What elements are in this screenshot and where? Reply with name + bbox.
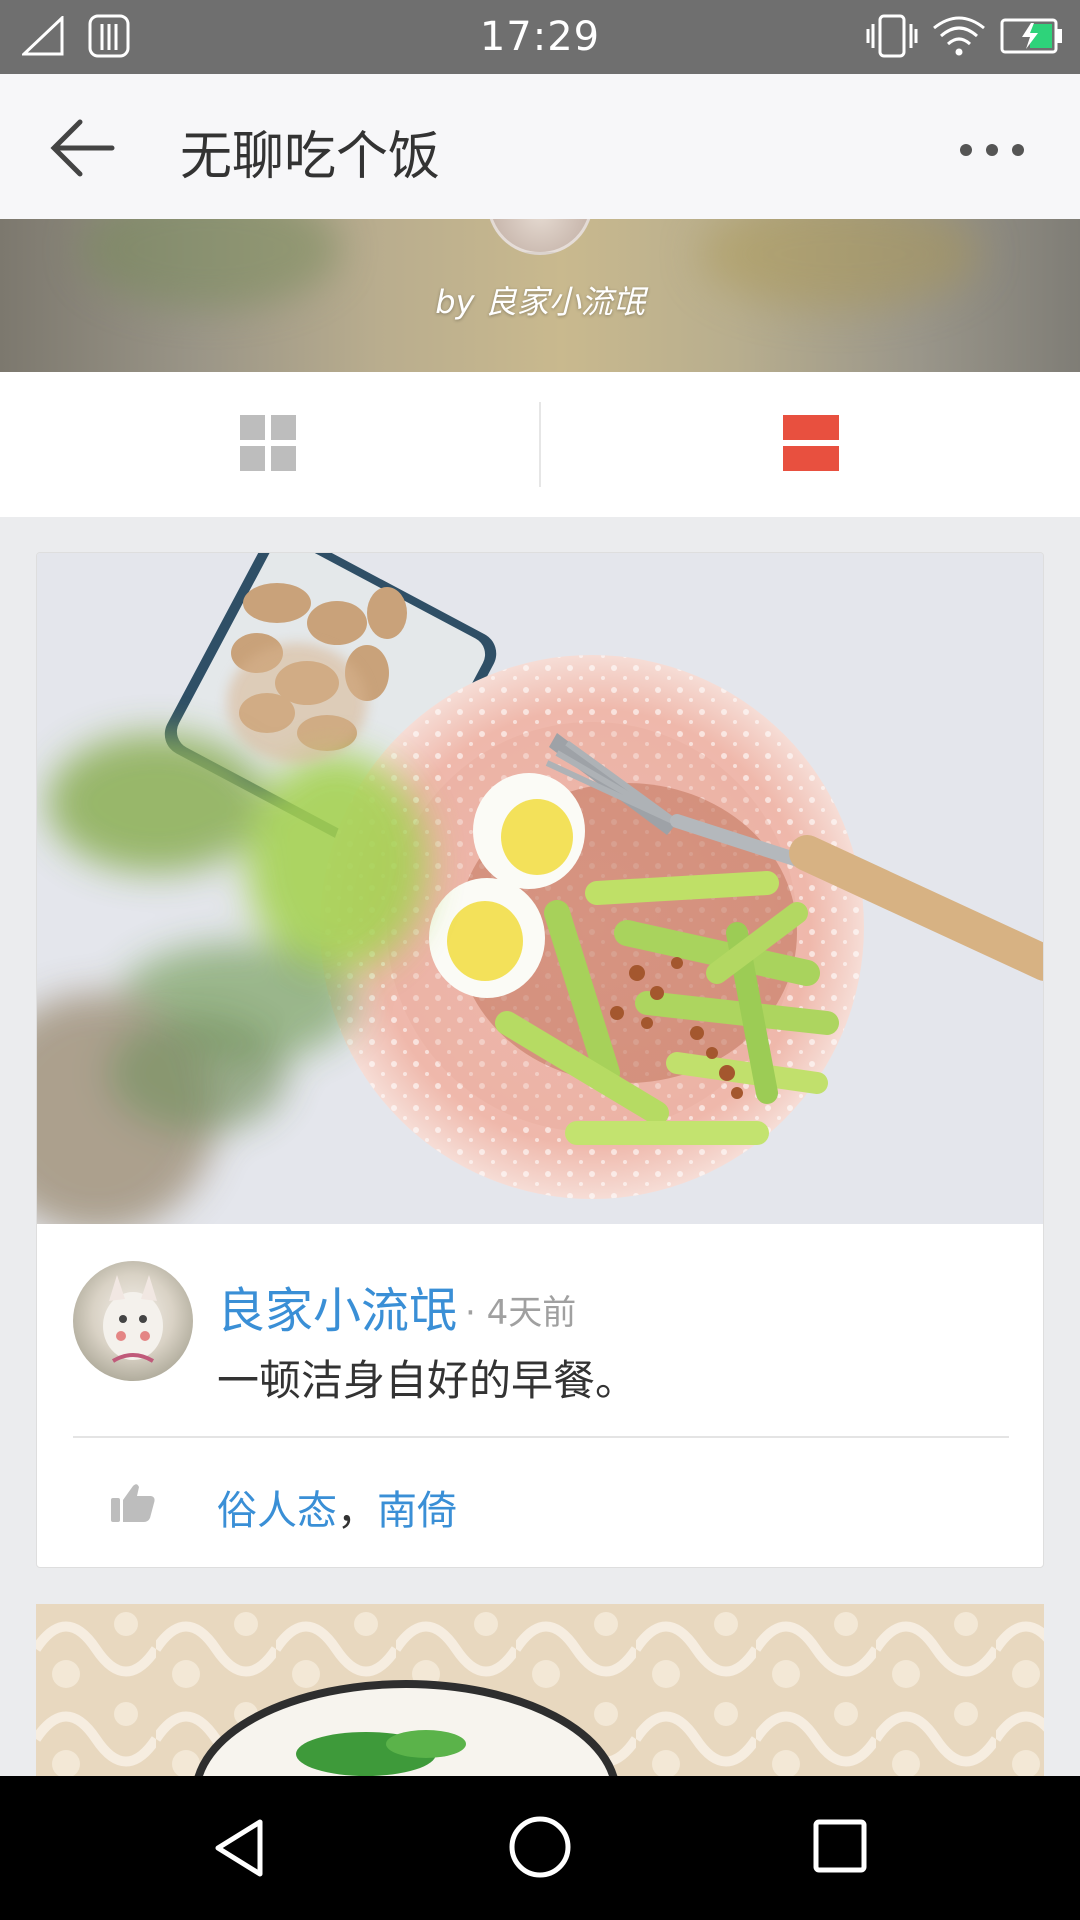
grid-view-button[interactable]	[240, 415, 298, 473]
system-nav-bar	[0, 1776, 1080, 1920]
post-card[interactable]	[36, 1604, 1044, 1776]
more-dot	[1012, 144, 1024, 156]
post-photo[interactable]	[37, 553, 1044, 1224]
nav-recents-button[interactable]	[812, 1818, 868, 1874]
page-title: 无聊吃个饭	[180, 127, 441, 187]
more-options-button[interactable]	[960, 130, 1060, 170]
post-caption: 一顿洁身自好的早餐。	[217, 1356, 638, 1405]
card-divider	[73, 1436, 1009, 1438]
post-photo[interactable]	[36, 1604, 1044, 1776]
app-bar: 无聊吃个饭	[0, 74, 1080, 219]
owner-avatar[interactable]	[487, 219, 593, 255]
toggle-divider	[539, 402, 541, 487]
cover-byline: by 良家小流氓	[435, 283, 645, 321]
post-card[interactable]: 良家小流氓 · 4天前 一顿洁身自好的早餐。 俗人态，南倚	[36, 552, 1044, 1568]
grid-cell	[271, 415, 296, 440]
author-avatar[interactable]	[73, 1261, 193, 1381]
list-view-icon	[783, 415, 839, 440]
avatar-image	[103, 1275, 163, 1363]
wifi-icon	[933, 16, 985, 56]
album-cover: by 良家小流氓	[0, 219, 1080, 372]
author-name[interactable]: 良家小流氓	[217, 1271, 457, 1341]
grid-cell	[240, 446, 265, 471]
arrow-left-icon	[50, 119, 115, 177]
clock: 17:29	[479, 14, 601, 60]
post-time: · 4天前	[465, 1293, 577, 1333]
nav-back-button[interactable]	[210, 1816, 274, 1880]
grid-view-icon	[240, 415, 265, 440]
vibrate-icon	[866, 14, 918, 58]
list-row	[783, 446, 839, 471]
liker-link[interactable]: 南倚	[377, 1488, 457, 1534]
back-button[interactable]	[48, 112, 120, 184]
thumbs-up-icon[interactable]	[109, 1478, 157, 1526]
more-dot	[986, 144, 998, 156]
list-view-button[interactable]	[783, 415, 839, 471]
battery-charging-icon	[1000, 18, 1062, 54]
more-dots-icon	[960, 144, 972, 156]
nav-home-button[interactable]	[507, 1814, 573, 1880]
likers-list: 俗人态，南倚	[217, 1478, 457, 1536]
view-toggle	[0, 372, 1080, 517]
liker-link[interactable]: 俗人态	[217, 1488, 337, 1534]
status-bar: 17:29	[0, 0, 1080, 74]
liker-separator: ，	[337, 1488, 377, 1534]
grid-cell	[271, 446, 296, 471]
